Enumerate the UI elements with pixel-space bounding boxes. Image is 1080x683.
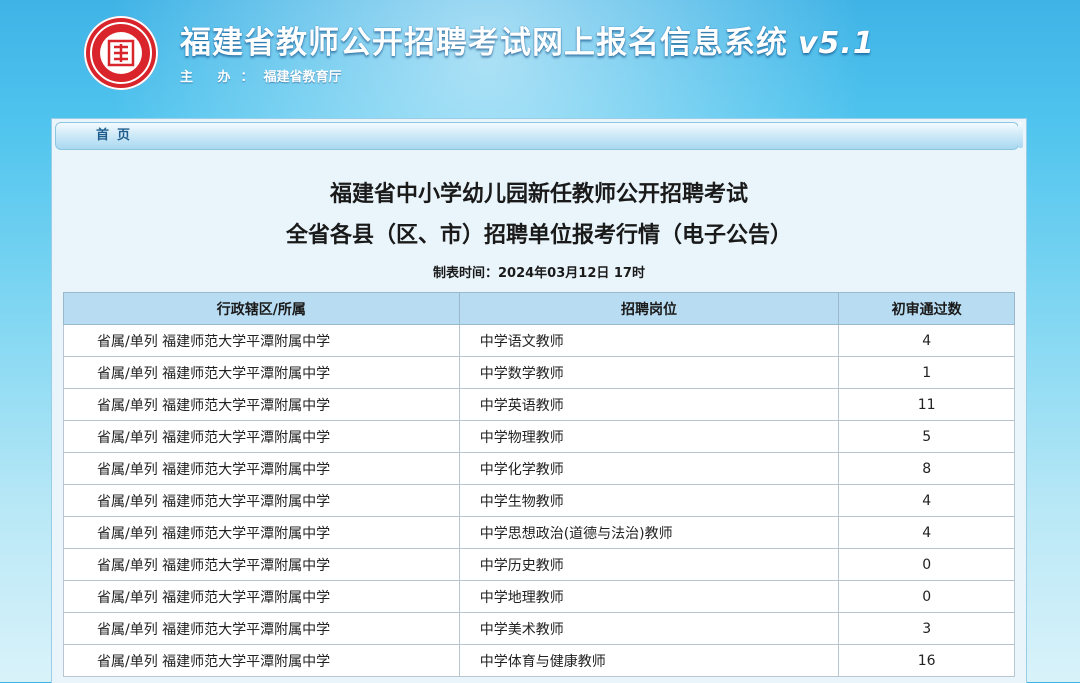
position-cell: 中学思想政治(道德与法治)教师	[458, 516, 840, 549]
district-cell: 省属/单列 福建师范大学平潭附属中学	[63, 452, 460, 485]
position-cell: 中学英语教师	[458, 388, 840, 421]
column-header-count: 初审通过数	[838, 292, 1015, 325]
table-row: 省属/单列 福建师范大学平潭附属中学 中学美术教师 3	[63, 612, 1015, 645]
position-cell: 中学美术教师	[458, 612, 840, 645]
district-cell: 省属/单列 福建师范大学平潭附属中学	[63, 388, 460, 421]
count-cell: 5	[838, 420, 1015, 453]
district-cell: 省属/单列 福建师范大学平潭附属中学	[63, 324, 460, 357]
table-row: 省属/单列 福建师范大学平潭附属中学 中学历史教师 0	[63, 548, 1015, 581]
district-cell: 省属/单列 福建师范大学平潭附属中学	[63, 356, 460, 389]
count-cell: 0	[838, 548, 1015, 581]
count-cell: 1	[838, 356, 1015, 389]
table-row: 省属/单列 福建师范大学平潭附属中学 中学英语教师 11	[63, 388, 1015, 421]
nav-home-link[interactable]: 首页	[96, 123, 138, 149]
table-header-row: 行政辖区/所属 招聘岗位 初审通过数	[63, 292, 1015, 325]
count-cell: 0	[838, 580, 1015, 613]
count-cell: 4	[838, 516, 1015, 549]
host-label: 主 办：	[180, 70, 264, 85]
district-cell: 省属/单列 福建师范大学平潭附属中学	[63, 548, 460, 581]
site-title-text: 福建省教师公开招聘考试网上报名信息系统	[180, 25, 788, 61]
made-time: 制表时间：2024年03月12日 17时	[433, 266, 645, 281]
site-version: v5.1	[798, 26, 875, 61]
table-row: 省属/单列 福建师范大学平潭附属中学 中学物理教师 5	[63, 420, 1015, 453]
nav-bar-cap	[1018, 122, 1023, 148]
district-cell: 省属/单列 福建师范大学平潭附属中学	[63, 612, 460, 645]
nav-bar: 首页	[55, 122, 1019, 150]
position-cell: 中学数学教师	[458, 356, 840, 389]
notice-title: 福建省中小学幼儿园新任教师公开招聘考试	[329, 182, 748, 207]
count-cell: 4	[838, 484, 1015, 517]
position-cell: 中学地理教师	[458, 580, 840, 613]
count-cell: 3	[838, 612, 1015, 645]
district-cell: 省属/单列 福建师范大学平潭附属中学	[63, 420, 460, 453]
notice-subtitle: 全省各县（区、市）招聘单位报考行情（电子公告）	[285, 223, 792, 248]
host-name: 福建省教育厅	[263, 70, 342, 85]
position-cell: 中学化学教师	[458, 452, 840, 485]
column-header-district: 行政辖区/所属	[63, 292, 460, 325]
site-title: 福建省教师公开招聘考试网上报名信息系统 v5.1	[180, 20, 875, 66]
district-cell: 省属/单列 福建师范大学平潭附属中学	[63, 484, 460, 517]
table-row: 省属/单列 福建师范大学平潭附属中学 中学思想政治(道德与法治)教师 4	[63, 516, 1015, 549]
count-cell: 4	[838, 324, 1015, 357]
logo-emblem	[84, 16, 158, 90]
table-row: 省属/单列 福建师范大学平潭附属中学 中学数学教师 1	[63, 356, 1015, 389]
main-panel: 首页 福建省中小学幼儿园新任教师公开招聘考试 全省各县（区、市）招聘单位报考行情…	[51, 118, 1027, 683]
count-cell: 16	[838, 644, 1015, 677]
count-cell: 8	[838, 452, 1015, 485]
count-cell: 11	[838, 388, 1015, 421]
district-cell: 省属/单列 福建师范大学平潭附属中学	[63, 644, 460, 677]
district-cell: 省属/单列 福建师范大学平潭附属中学	[63, 516, 460, 549]
position-cell: 中学体育与健康教师	[458, 644, 840, 677]
position-cell: 中学生物教师	[458, 484, 840, 517]
table-row: 省属/单列 福建师范大学平潭附属中学 中学语文教师 4	[63, 324, 1015, 357]
emblem-icon	[100, 32, 142, 74]
table-row: 省属/单列 福建师范大学平潭附属中学 中学化学教师 8	[63, 452, 1015, 485]
table-row: 省属/单列 福建师范大学平潭附属中学 中学生物教师 4	[63, 484, 1015, 517]
column-header-position: 招聘岗位	[458, 292, 840, 325]
position-cell: 中学语文教师	[458, 324, 840, 357]
table-row: 省属/单列 福建师范大学平潭附属中学 中学体育与健康教师 16	[63, 644, 1015, 677]
results-table: 行政辖区/所属 招聘岗位 初审通过数 省属/单列 福建师范大学平潭附属中学 中学…	[63, 292, 1015, 677]
table-row: 省属/单列 福建师范大学平潭附属中学 中学地理教师 0	[63, 580, 1015, 613]
position-cell: 中学历史教师	[458, 548, 840, 581]
district-cell: 省属/单列 福建师范大学平潭附属中学	[63, 580, 460, 613]
position-cell: 中学物理教师	[458, 420, 840, 453]
host-line: 主 办：福建省教育厅	[180, 66, 342, 85]
